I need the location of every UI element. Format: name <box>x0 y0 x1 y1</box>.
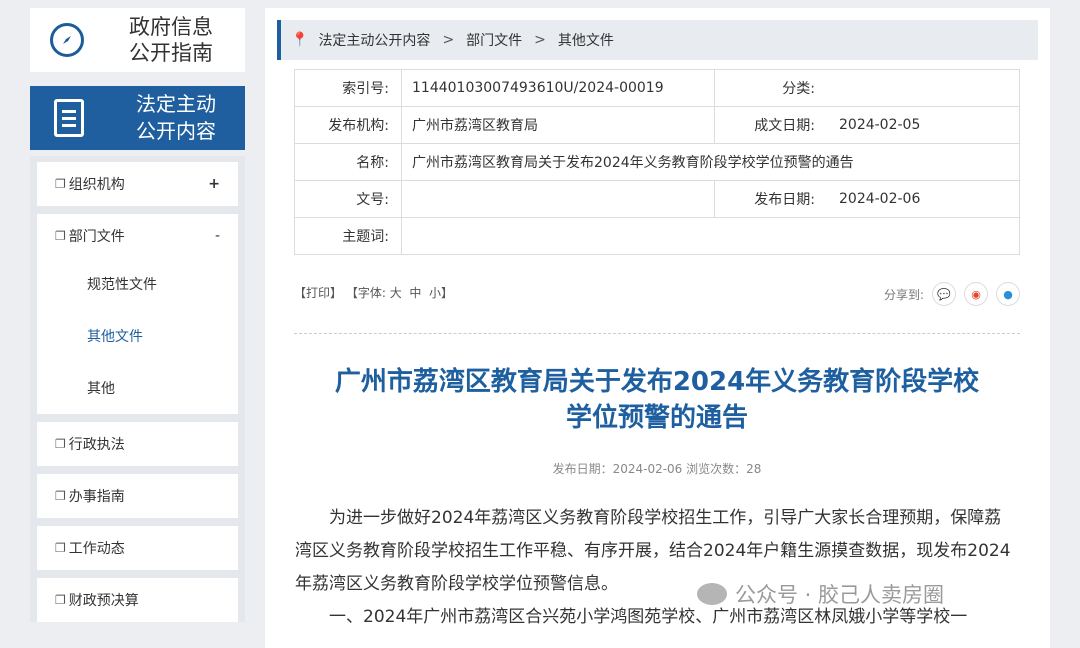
breadcrumb: 📍 法定主动公开内容 > 部门文件 > 其他文件 <box>277 20 1038 60</box>
expand-icon[interactable]: + <box>208 176 220 192</box>
sidebar-item-work[interactable]: ❐ 工作动态 <box>37 526 238 570</box>
sidebar-item-dept-head[interactable]: ❐ 部门文件 - <box>37 214 238 258</box>
font-size-label: 【字体: <box>345 286 386 300</box>
share-label: 分享到: <box>883 287 924 302</box>
breadcrumb-item[interactable]: 其他文件 <box>558 30 614 50</box>
share-bar: 分享到: 💬 ◉ ● <box>884 282 1020 306</box>
chevron-right-icon: > <box>442 32 455 48</box>
sidebar-item-finance[interactable]: ❐ 财政预决算 <box>37 578 238 622</box>
sidebar-subitem-other-docs[interactable]: 其他文件 <box>37 310 238 362</box>
gov-info-guide-link[interactable]: 政府信息 公开指南 <box>30 8 245 72</box>
sidebar-subitem-other[interactable]: 其他 <box>37 362 238 414</box>
weibo-icon[interactable]: ◉ <box>964 282 988 306</box>
compass-icon <box>50 23 84 57</box>
location-pin-icon: 📍 <box>291 32 309 48</box>
watermark: 公众号 · 胶己人卖房圈 <box>697 579 944 609</box>
sidebar-menu: ❐ 组织机构 + ❐ 部门文件 - 规范性文件 其他文件 其他 ❐ 行政执法 ❐… <box>30 156 245 622</box>
chevron-right-icon: > <box>534 32 546 48</box>
table-row: 主题词: <box>294 217 1020 255</box>
sidebar-item-service[interactable]: ❐ 办事指南 <box>37 474 238 518</box>
guide-title: 政府信息 公开指南 <box>129 15 213 65</box>
wechat-icon[interactable]: 💬 <box>932 282 956 306</box>
main-content: 📍 法定主动公开内容 > 部门文件 > 其他文件 索引号: 1144010300… <box>265 8 1050 648</box>
qq-icon[interactable]: ● <box>996 282 1020 306</box>
font-mid-link[interactable]: 中 <box>409 286 421 300</box>
document-meta-table: 索引号: 11440103007493610U/2024-00019 分类: 发… <box>294 69 1020 255</box>
page-icon: ❐ <box>55 541 66 555</box>
page-icon: ❐ <box>55 489 66 503</box>
page-icon: ❐ <box>55 177 66 191</box>
table-row: 文号: 发布日期: 2024-02-06 <box>294 180 1020 218</box>
breadcrumb-item[interactable]: 部门文件 <box>466 30 522 50</box>
page-icon: ❐ <box>55 437 66 451</box>
article-pubinfo: 发布日期：2024-02-06 浏览次数：28 <box>552 462 762 476</box>
table-row: 名称: 广州市荔湾区教育局关于发布2024年义务教育阶段学校学位预警的通告 <box>294 143 1020 181</box>
sidebar-item-dept: ❐ 部门文件 - 规范性文件 其他文件 其他 <box>37 214 238 414</box>
active-section-title: 法定主动 公开内容 <box>136 92 216 143</box>
collapse-icon[interactable]: - <box>215 228 220 244</box>
article-body: 为进一步做好2024年荔湾区义务教育阶段学校招生工作，引导广大家长合理预期，保障… <box>295 502 1015 634</box>
font-small-link[interactable]: 小】 <box>429 286 453 300</box>
active-section-header[interactable]: 法定主动 公开内容 <box>30 86 245 150</box>
sidebar: 政府信息 公开指南 法定主动 公开内容 ❐ 组织机构 + ❐ 部门文件 - 规范… <box>30 8 245 630</box>
article-tools: 【打印】 【字体: 大 中 小】 <box>294 284 453 301</box>
table-row: 发布机构: 广州市荔湾区教育局 成文日期: 2024-02-05 <box>294 106 1020 144</box>
print-link[interactable]: 【打印】 <box>294 286 342 300</box>
document-icon <box>54 99 84 137</box>
sidebar-subitem-normative[interactable]: 规范性文件 <box>37 258 238 310</box>
breadcrumb-item[interactable]: 法定主动公开内容 <box>318 30 430 50</box>
table-row: 索引号: 11440103007493610U/2024-00019 分类: <box>294 69 1020 107</box>
sidebar-item-enforce[interactable]: ❐ 行政执法 <box>37 422 238 466</box>
font-big-link[interactable]: 大 <box>390 286 402 300</box>
divider <box>294 333 1020 334</box>
page-icon: ❐ <box>55 229 66 243</box>
wechat-logo-icon <box>697 583 727 605</box>
page-icon: ❐ <box>55 593 66 607</box>
sidebar-item-org[interactable]: ❐ 组织机构 + <box>37 162 238 206</box>
article-title: 广州市荔湾区教育局关于发布2024年义务教育阶段学校 学位预警的通告 <box>334 367 980 433</box>
